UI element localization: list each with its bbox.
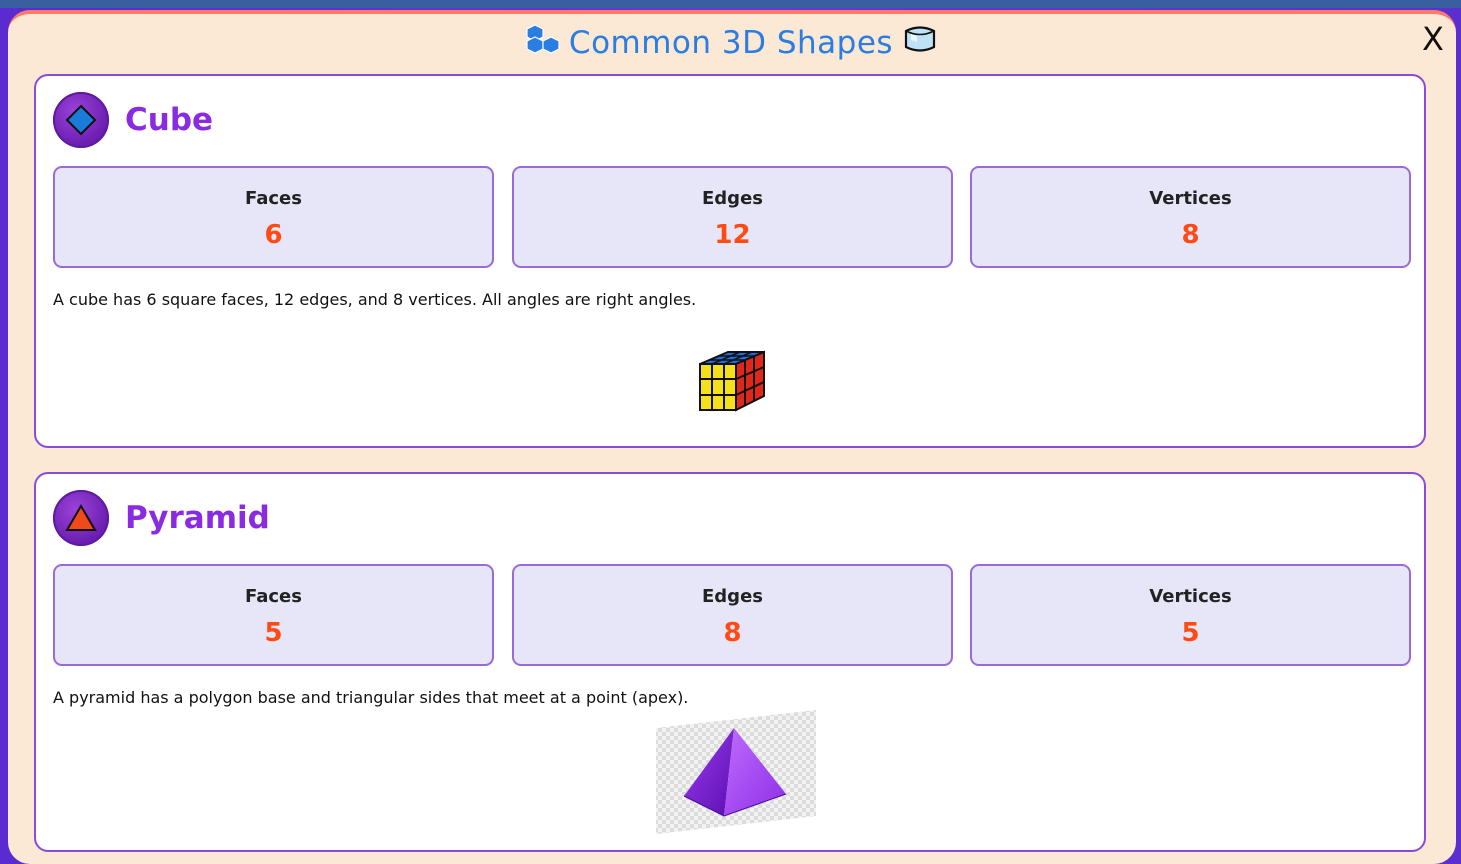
- stat-label: Vertices: [1149, 586, 1232, 607]
- shape-card-pyramid: Pyramid Faces 5 Edges 8 Vertices 5 A pyr…: [34, 472, 1426, 852]
- stats-row: Faces 6 Edges 12 Vertices 8: [53, 166, 1411, 268]
- stats-row: Faces 5 Edges 8 Vertices 5: [53, 564, 1411, 666]
- shape-card-cube: Cube Faces 6 Edges 12 Vertices 8 A cube …: [34, 74, 1426, 448]
- rubiks-cube-image: [696, 350, 768, 418]
- card-header: Cube: [53, 92, 213, 148]
- stat-label: Vertices: [1149, 188, 1232, 209]
- close-button[interactable]: X: [1418, 23, 1448, 55]
- stat-label: Edges: [702, 188, 763, 209]
- card-header: Pyramid: [53, 490, 270, 546]
- stat-value: 6: [264, 220, 283, 250]
- shapes-modal: Common 3D Shapes X Cube Faces 6 Edges 12…: [8, 10, 1456, 864]
- diamond-icon: [53, 92, 109, 148]
- browser-top-strip: [0, 0, 1461, 8]
- stat-faces: Faces 5: [53, 564, 494, 666]
- stat-edges: Edges 8: [512, 564, 953, 666]
- blocks-icon: [525, 23, 561, 63]
- shape-description: A pyramid has a polygon base and triangu…: [53, 688, 689, 707]
- shape-description: A cube has 6 square faces, 12 edges, and…: [53, 290, 697, 309]
- stat-vertices: Vertices 8: [970, 166, 1411, 268]
- stat-label: Faces: [245, 188, 302, 209]
- stat-faces: Faces 6: [53, 166, 494, 268]
- stat-value: 8: [1181, 220, 1200, 250]
- triangle-icon: [53, 490, 109, 546]
- modal-title-group: Common 3D Shapes: [525, 22, 939, 64]
- stat-edges: Edges 12: [512, 166, 953, 268]
- shape-title: Pyramid: [125, 500, 270, 536]
- stat-value: 8: [723, 618, 742, 648]
- modal-title: Common 3D Shapes: [568, 25, 894, 61]
- stat-label: Edges: [702, 586, 763, 607]
- stat-vertices: Vertices 5: [970, 564, 1411, 666]
- shape-title: Cube: [125, 102, 214, 138]
- purple-pyramid-image: [654, 708, 818, 836]
- modal-header: Common 3D Shapes: [8, 14, 1456, 72]
- stat-value: 5: [1181, 618, 1200, 648]
- stat-label: Faces: [245, 586, 302, 607]
- ice-cube-icon: [901, 22, 939, 64]
- stat-value: 12: [714, 220, 751, 250]
- stat-value: 5: [264, 618, 283, 648]
